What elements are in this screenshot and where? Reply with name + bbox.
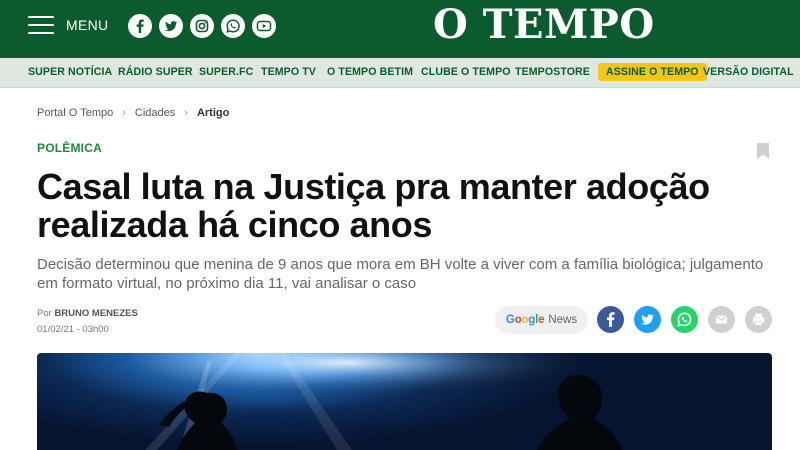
nav-item-o-tempo-betim[interactable]: O TEMPO BETIM: [327, 66, 413, 78]
byline: Por BRUNO MENEZES: [37, 308, 138, 319]
site-header: MENU O TEMPO: [0, 0, 800, 58]
publish-date: 01/02/21 - 03h00: [37, 324, 109, 335]
twitter-icon: [641, 314, 654, 325]
author-name[interactable]: BRUNO MENEZES: [54, 308, 137, 319]
chevron-right-icon: ›: [122, 107, 126, 119]
nav-item-super-fc[interactable]: SUPER.FC: [199, 66, 253, 78]
bookmark-icon[interactable]: [757, 143, 769, 159]
article-tag[interactable]: POLÊMICA: [37, 141, 102, 155]
breadcrumb-home[interactable]: Portal O Tempo: [37, 107, 113, 119]
share-facebook-button[interactable]: [597, 306, 624, 333]
google-news-button[interactable]: Google News: [495, 306, 588, 334]
nav-item-versao-digital[interactable]: VERSÃO DIGITAL: [703, 66, 794, 78]
share-whatsapp-button[interactable]: [671, 306, 698, 333]
breadcrumb: Portal O Tempo › Cidades › Artigo: [37, 107, 229, 119]
article-subtitle: Decisão determinou que menina de 9 anos …: [37, 256, 764, 292]
print-button[interactable]: [745, 306, 772, 333]
nav-item-tempostore[interactable]: TEMPOSTORE: [515, 66, 590, 78]
nav-item-radio-super[interactable]: RÁDIO SUPER: [118, 66, 193, 78]
article-hero-image[interactable]: [37, 353, 772, 450]
whatsapp-icon[interactable]: [221, 14, 245, 38]
menu-button[interactable]: MENU: [28, 14, 108, 36]
google-news-label: News: [548, 314, 578, 326]
section-nav: SUPER NOTÍCIA RÁDIO SUPER SUPER.FC TEMPO…: [0, 58, 800, 88]
breadcrumb-section[interactable]: Cidades: [135, 107, 175, 119]
instagram-icon[interactable]: [190, 14, 214, 38]
google-logo: Google: [505, 314, 545, 326]
subscribe-button[interactable]: ASSINE O TEMPO: [598, 63, 707, 81]
twitter-icon[interactable]: [159, 14, 183, 38]
byline-prefix: Por: [37, 308, 52, 319]
menu-label: MENU: [66, 17, 109, 33]
facebook-icon[interactable]: [128, 14, 152, 38]
nav-item-clube-o-tempo[interactable]: CLUBE O TEMPO: [421, 66, 511, 78]
chevron-right-icon: ›: [184, 107, 188, 119]
share-email-button[interactable]: [708, 306, 735, 333]
whatsapp-icon: [677, 312, 692, 327]
site-logo[interactable]: O TEMPO: [433, 3, 655, 47]
share-twitter-button[interactable]: [634, 306, 661, 333]
hamburger-icon: [28, 16, 54, 34]
facebook-icon: [606, 312, 615, 327]
youtube-icon[interactable]: [252, 14, 276, 38]
article-headline: Casal luta na Justiça pra manter adoção …: [37, 166, 710, 245]
print-icon: [752, 313, 765, 326]
nav-item-super-noticia[interactable]: SUPER NOTÍCIA: [28, 66, 112, 78]
breadcrumb-current: Artigo: [196, 107, 230, 119]
email-icon: [715, 315, 728, 324]
social-links: [128, 14, 276, 38]
nav-item-tempo-tv[interactable]: TEMPO TV: [261, 66, 316, 78]
